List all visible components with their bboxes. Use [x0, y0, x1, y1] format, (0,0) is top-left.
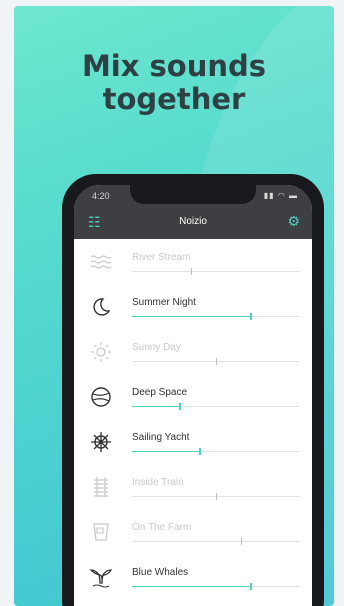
water-waves-icon[interactable] [88, 249, 114, 275]
volume-thumb[interactable] [250, 583, 252, 590]
sound-row[interactable]: Sailing Yacht [74, 419, 312, 464]
sound-name: Summer Night [132, 297, 196, 308]
volume-thumb[interactable] [216, 493, 217, 500]
sound-name: Sunny Day [132, 342, 181, 353]
sound-name: Sailing Yacht [132, 432, 190, 443]
whale-tail-icon[interactable] [88, 564, 114, 590]
sound-name: On The Farm [132, 522, 192, 533]
train-track-icon[interactable] [88, 474, 114, 500]
headline-line-1: Mix sounds [81, 49, 267, 83]
volume-fill [132, 316, 250, 317]
promo-card: Mix sounds together 4:20 ▮▮ ◠ ▬ ☷ Noizio… [14, 6, 334, 606]
sound-row[interactable]: Inside Train [74, 464, 312, 509]
volume-thumb[interactable] [179, 403, 181, 410]
volume-slider[interactable] [132, 268, 300, 275]
status-time: 4:20 [92, 191, 110, 201]
volume-fill [132, 586, 250, 587]
phone-screen: 4:20 ▮▮ ◠ ▬ ☷ Noizio ⚙ River Stream Summe… [74, 185, 312, 606]
sound-row[interactable]: Sunny Day [74, 329, 312, 374]
status-icons: ▮▮ ◠ ▬ [263, 191, 298, 200]
sound-list: River Stream Summer Night Sunny Day Deep Sp… [74, 239, 312, 599]
gear-icon[interactable]: ⚙ [287, 213, 300, 230]
volume-thumb[interactable] [199, 448, 201, 455]
volume-thumb[interactable] [191, 268, 192, 275]
app-title: Noizio [179, 216, 207, 227]
sound-name: Blue Whales [132, 567, 189, 578]
volume-fill [132, 451, 199, 452]
sound-row[interactable]: Deep Space [74, 374, 312, 419]
volume-thumb[interactable] [241, 538, 242, 545]
sound-name: Deep Space [132, 387, 188, 398]
sound-name: Inside Train [132, 477, 184, 488]
volume-thumb[interactable] [250, 313, 252, 320]
volume-slider[interactable] [132, 538, 300, 545]
sound-row[interactable]: On The Farm [74, 509, 312, 554]
sound-row[interactable]: River Stream [74, 239, 312, 284]
app-header: 4:20 ▮▮ ◠ ▬ ☷ Noizio ⚙ [74, 185, 312, 239]
volume-slider[interactable] [132, 493, 300, 500]
volume-thumb[interactable] [216, 358, 217, 365]
volume-slider[interactable] [132, 448, 300, 455]
ship-wheel-icon[interactable] [88, 429, 114, 455]
volume-slider[interactable] [132, 313, 300, 320]
sound-row[interactable]: Blue Whales [74, 554, 312, 599]
sun-icon[interactable] [88, 339, 114, 365]
sound-row[interactable]: Summer Night [74, 284, 312, 329]
phone-notch [130, 185, 256, 204]
headline: Mix sounds together [14, 50, 334, 116]
phone-frame: 4:20 ▮▮ ◠ ▬ ☷ Noizio ⚙ River Stream Summe… [62, 174, 324, 606]
volume-slider[interactable] [132, 403, 300, 410]
planet-icon[interactable] [88, 384, 114, 410]
volume-fill [132, 406, 179, 407]
sound-name: River Stream [132, 252, 191, 263]
volume-slider[interactable] [132, 358, 300, 365]
milk-bucket-icon[interactable] [88, 519, 114, 545]
headline-line-2: together [102, 82, 246, 116]
moon-icon[interactable] [88, 294, 114, 320]
volume-slider[interactable] [132, 583, 300, 590]
